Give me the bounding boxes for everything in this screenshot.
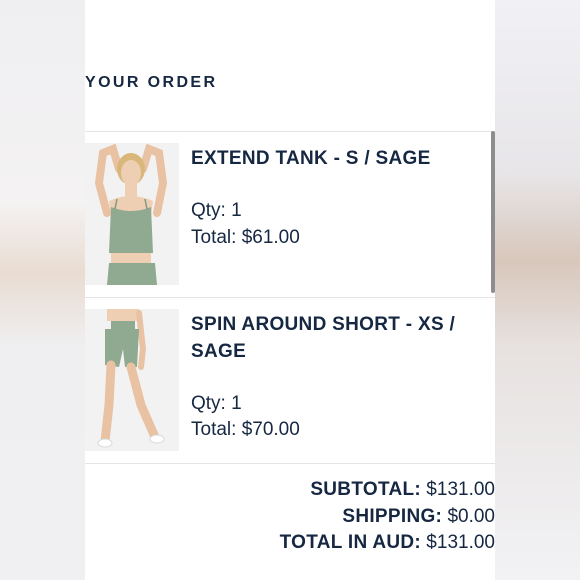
shipping-label: SHIPPING: (342, 506, 443, 527)
order-item-spin-around-short[interactable]: SPIN AROUND SHORT - XS / SAGE Qty: 1 Tot… (85, 297, 495, 463)
background-right (495, 0, 580, 580)
order-heading: YOUR ORDER (85, 74, 218, 91)
shipping-row: SHIPPING: $0.00 (342, 506, 495, 528)
item-qty: Qty: 1 (191, 393, 242, 414)
shipping-value: $0.00 (442, 506, 495, 527)
item-qty: Qty: 1 (191, 200, 242, 221)
total-row: TOTAL IN AUD: $131.00 (280, 532, 495, 554)
scrollbar-thumb[interactable] (491, 131, 495, 293)
item-name: SPIN AROUND SHORT - XS / SAGE (191, 314, 456, 362)
total-label: TOTAL IN AUD: (279, 532, 422, 553)
total-value: $131.00 (421, 532, 495, 553)
item-total: Total: $61.00 (191, 227, 300, 248)
background-left (0, 0, 85, 580)
subtotal-label: SUBTOTAL: (310, 479, 422, 500)
divider (85, 463, 495, 464)
item-name: EXTEND TANK - S / SAGE (191, 148, 431, 169)
product-image-tank (85, 143, 179, 285)
subtotal-value: $131.00 (421, 479, 495, 500)
subtotal-row: SUBTOTAL: $131.00 (310, 479, 495, 501)
order-item-extend-tank[interactable]: EXTEND TANK - S / SAGE Qty: 1 Total: $61… (85, 131, 495, 297)
product-image-short (85, 309, 179, 451)
item-total: Total: $70.00 (191, 419, 300, 440)
